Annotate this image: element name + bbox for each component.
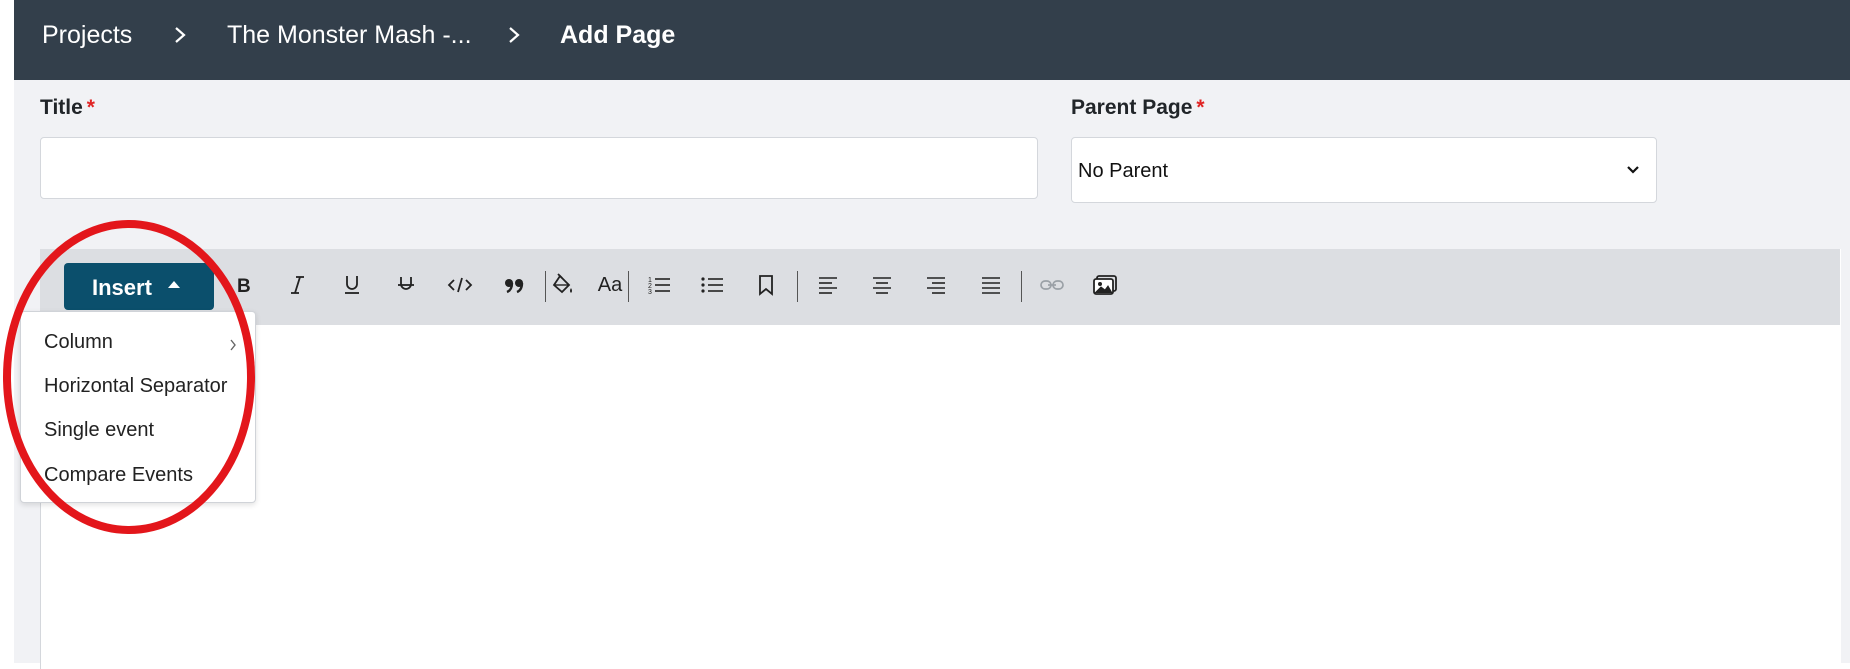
title-label-text: Title [40, 96, 83, 119]
code-icon [447, 277, 473, 293]
ordered-list-icon: 123 [648, 277, 670, 296]
italic-icon [291, 276, 304, 294]
chevron-right-icon [175, 27, 186, 43]
breadcrumb-current-page: Add Page [560, 21, 676, 49]
text-color-button[interactable] [546, 268, 580, 302]
link-icon [1040, 280, 1064, 290]
toolbar-divider [1021, 271, 1022, 302]
align-left-icon [819, 277, 837, 294]
align-center-button[interactable] [865, 268, 899, 302]
font-size-button[interactable]: Aa [593, 268, 627, 302]
chevron-right-icon [509, 27, 520, 43]
align-justify-icon [982, 277, 1000, 294]
breadcrumb-projects[interactable]: Projects [42, 21, 132, 49]
title-label: Title * [40, 96, 95, 120]
underline-icon [345, 276, 359, 294]
strikethrough-icon [398, 277, 414, 290]
annotation-circle [3, 220, 255, 534]
align-left-button[interactable] [811, 268, 845, 302]
svg-text:3: 3 [648, 289, 652, 296]
strikethrough-button[interactable] [389, 268, 423, 302]
align-center-icon [873, 277, 891, 294]
parent-page-label: Parent Page * [1071, 96, 1205, 120]
toolbar-divider [797, 271, 798, 302]
breadcrumb-project[interactable]: The Monster Mash -... [227, 21, 472, 49]
parent-page-value: No Parent [1078, 160, 1169, 182]
required-marker: * [1196, 96, 1205, 119]
underline-button[interactable] [335, 268, 369, 302]
bullet-list-icon [701, 277, 723, 293]
quote-icon [505, 279, 524, 294]
align-right-icon [927, 277, 945, 294]
toolbar-divider [628, 271, 629, 302]
font-size-icon: Aa [597, 273, 623, 296]
bookmark-button[interactable] [749, 268, 783, 302]
title-input[interactable] [40, 137, 1038, 199]
chevron-down-icon [1627, 166, 1639, 174]
image-button[interactable] [1088, 268, 1122, 302]
bullet-list-button[interactable] [695, 268, 729, 302]
ordered-list-button[interactable]: 123 [642, 268, 676, 302]
align-justify-button[interactable] [974, 268, 1008, 302]
italic-button[interactable] [281, 268, 315, 302]
paint-bucket-icon [552, 273, 572, 294]
quote-button[interactable] [497, 268, 531, 302]
parent-page-select[interactable]: No Parent [1071, 137, 1657, 203]
link-button[interactable] [1035, 268, 1069, 302]
parent-page-label-text: Parent Page [1071, 96, 1193, 119]
align-right-button[interactable] [919, 268, 953, 302]
image-icon [1093, 275, 1117, 295]
bookmark-icon [759, 275, 773, 296]
code-button[interactable] [443, 268, 477, 302]
required-marker: * [86, 96, 95, 119]
